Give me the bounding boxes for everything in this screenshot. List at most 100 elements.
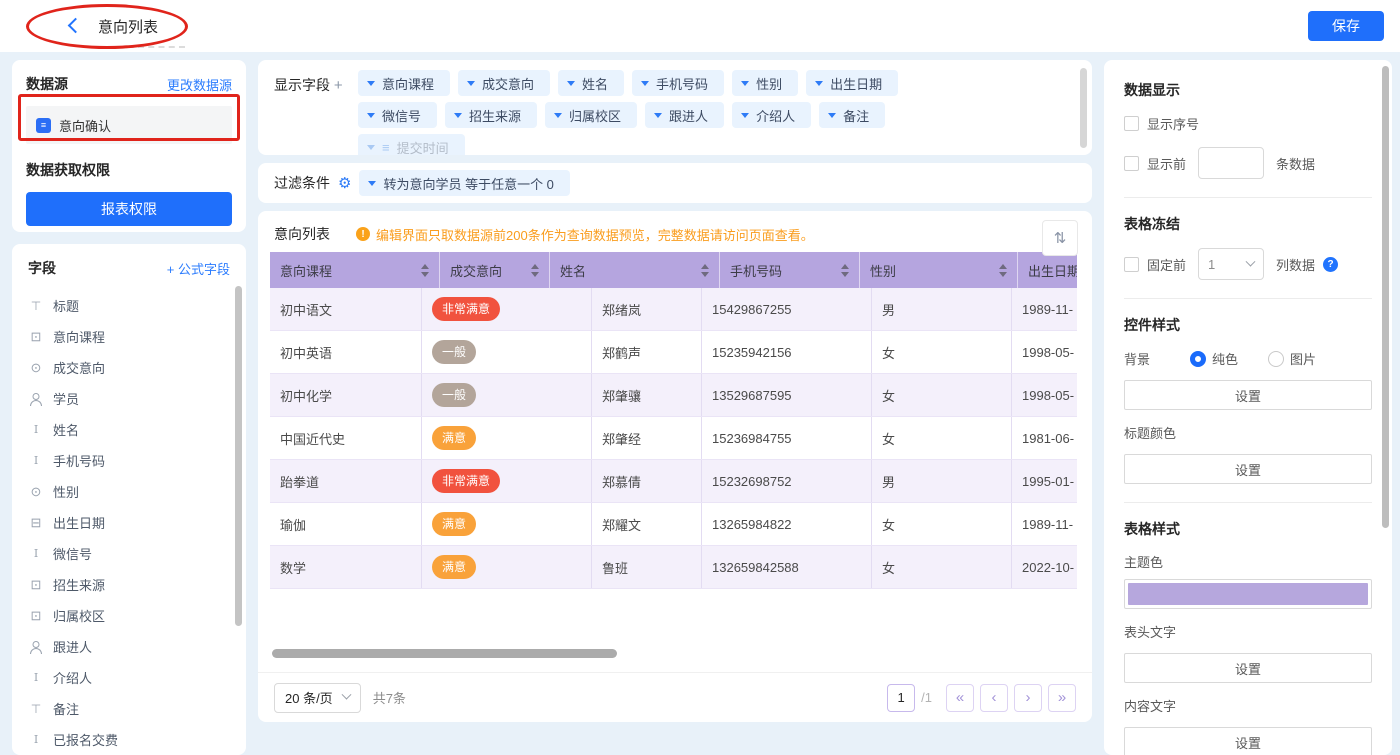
chevron-down-icon [341,690,351,700]
solid-color-label: 纯色 [1212,349,1238,368]
display-field-tag[interactable]: 归属校区 [545,102,637,128]
change-datasource-link[interactable]: 更改数据源 [167,75,232,94]
help-icon[interactable] [1323,257,1338,272]
field-item[interactable]: 意向课程 [28,321,246,352]
tag-label: 招生来源 [469,106,521,125]
datasource-item[interactable]: 意向确认 [26,106,232,144]
field-label: 姓名 [53,420,79,439]
field-item[interactable]: 跟进人 [28,631,246,662]
chevron-down-icon [1246,256,1256,266]
first-page-button[interactable]: « [946,684,974,712]
last-page-button[interactable]: » [1048,684,1076,712]
cell-birth: 1989-11- [1012,503,1077,545]
save-button[interactable]: 保存 [1308,11,1384,41]
cell-gender: 女 [872,417,1012,459]
column-header[interactable]: 手机号码 [720,252,860,288]
field-item[interactable]: 已报名交费 [28,724,246,755]
field-item[interactable]: 招生来源 [28,569,246,600]
column-header-label: 姓名 [560,261,586,280]
page-size-select[interactable]: 20 条/页 [274,683,361,713]
current-page-input[interactable]: 1 [887,684,915,712]
datasource-title: 数据源 [26,74,68,94]
show-index-checkbox[interactable] [1124,116,1139,131]
sort-carets-icon[interactable] [701,264,709,277]
display-field-tag[interactable]: 姓名 [558,70,624,96]
column-header[interactable]: 意向课程 [270,252,440,288]
theme-color-picker[interactable] [1124,579,1372,609]
next-page-button[interactable]: › [1014,684,1042,712]
display-field-tag[interactable]: 介绍人 [732,102,811,128]
field-type-icon [28,733,44,746]
display-field-tag[interactable]: 跟进人 [645,102,724,128]
prev-page-button[interactable]: ‹ [980,684,1008,712]
freeze-count-select[interactable]: 1 [1198,248,1264,280]
cell-gender: 男 [872,288,1012,330]
main-panel: 显示字段 + 意向课程 成交意向 [258,60,1092,722]
horizontal-scrollbar[interactable] [272,649,617,658]
sort-carets-icon[interactable] [531,264,539,277]
field-item[interactable]: 出生日期 [28,507,246,538]
display-field-tag[interactable]: 手机号码 [632,70,724,96]
field-label: 手机号码 [53,451,105,470]
background-label: 背景 [1124,349,1182,368]
report-permission-button[interactable]: 报表权限 [26,192,232,226]
field-item[interactable]: 标题 [28,290,246,321]
column-header[interactable]: 姓名 [550,252,720,288]
field-item[interactable]: 姓名 [28,414,246,445]
field-item[interactable]: 成交意向 [28,352,246,383]
sort-carets-icon[interactable] [999,264,1007,277]
theme-color-label: 主题色 [1124,552,1372,571]
tag-label: 成交意向 [482,74,534,93]
sort-carets-icon[interactable] [841,264,849,277]
solid-color-radio[interactable] [1190,351,1206,367]
tag-label: 出生日期 [830,74,882,93]
sort-up-icon [421,264,429,269]
field-type-icon [28,608,44,624]
display-field-tag[interactable]: 招生来源 [445,102,537,128]
tag-row-3: ≡ 提交时间 [358,134,1068,155]
display-field-tag[interactable]: 性别 [732,70,798,96]
page-title: 意向列表 [98,16,158,37]
display-field-tag[interactable]: 出生日期 [806,70,898,96]
column-header[interactable]: 性别 [860,252,1018,288]
image-radio[interactable] [1268,351,1284,367]
header-text-label: 表头文字 [1124,622,1372,641]
permission-title: 数据获取权限 [26,160,232,180]
field-item[interactable]: 手机号码 [28,445,246,476]
display-field-tag[interactable]: 微信号 [358,102,437,128]
background-set-button[interactable]: 设置 [1124,380,1372,410]
display-field-tag[interactable]: 成交意向 [458,70,550,96]
sort-icon: ⇅ [1054,229,1067,247]
sort-carets-icon[interactable] [421,264,429,277]
column-header[interactable]: 出生日期 [1018,252,1077,288]
add-formula-field-link[interactable]: + 公式字段 [167,259,230,278]
header-text-set-button[interactable]: 设置 [1124,653,1372,683]
display-field-tag[interactable]: 意向课程 [358,70,450,96]
gear-icon[interactable]: ⚙ [338,174,351,192]
cell-phone: 15235942156 [702,331,872,373]
fields-scrollbar[interactable] [235,286,242,626]
freeze-prefix: 固定前 [1147,255,1186,274]
settings-scrollbar[interactable] [1382,66,1389,528]
title-color-set-button[interactable]: 设置 [1124,454,1372,484]
field-item[interactable]: 备注 [28,693,246,724]
field-item[interactable]: 性别 [28,476,246,507]
sort-order-button[interactable]: ⇅ [1042,220,1078,256]
show-first-count-input[interactable] [1198,147,1264,179]
field-item[interactable]: 学员 [28,383,246,414]
chevron-down-icon [654,113,662,118]
show-first-checkbox[interactable] [1124,156,1139,171]
back-icon[interactable] [68,18,84,34]
filter-condition-tag[interactable]: 转为意向学员 等于任意一个 0 [359,170,569,196]
content-text-set-button[interactable]: 设置 [1124,727,1372,755]
field-item[interactable]: 介绍人 [28,662,246,693]
field-item[interactable]: 归属校区 [28,600,246,631]
field-item[interactable]: 微信号 [28,538,246,569]
freeze-checkbox[interactable] [1124,257,1139,272]
column-header[interactable]: 成交意向 [440,252,550,288]
display-field-tag-disabled[interactable]: ≡ 提交时间 [358,134,465,155]
display-fields-scrollbar[interactable] [1080,68,1087,148]
add-field-icon[interactable]: + [334,77,343,94]
display-field-tag[interactable]: 备注 [819,102,885,128]
tag-label: 跟进人 [669,106,708,125]
